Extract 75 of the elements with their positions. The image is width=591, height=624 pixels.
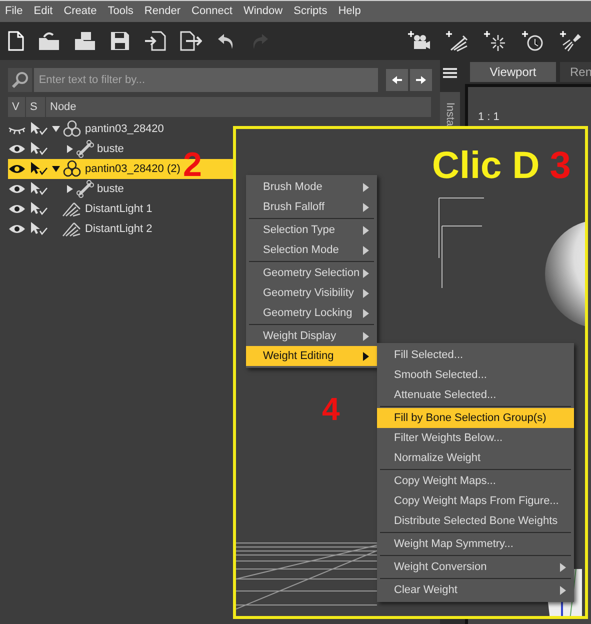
zoom-label: 1 : 1 xyxy=(478,110,500,125)
menu-item[interactable]: Window xyxy=(243,3,283,20)
step-number: 3 xyxy=(550,147,571,185)
viewport-tab[interactable]: Ren xyxy=(560,62,591,82)
menu-item[interactable]: Filter Weights Below... xyxy=(377,428,574,448)
select-cursor-icon[interactable] xyxy=(30,182,50,196)
node-label: DistantLight 2 xyxy=(85,222,152,237)
menu-item[interactable]: Clear Weight xyxy=(377,580,574,600)
menu-item[interactable]: Fill Selected... xyxy=(377,345,574,365)
menu-item[interactable]: Tools xyxy=(108,3,134,20)
node-label: pantin03_28420 (2) xyxy=(85,162,180,177)
menu-item[interactable]: Normalize Weight xyxy=(377,448,574,468)
figure-icon xyxy=(62,160,82,178)
menu-item[interactable]: File xyxy=(5,3,23,20)
column-header[interactable]: S xyxy=(26,97,46,117)
menu-item[interactable]: Edit xyxy=(34,3,53,20)
menu-item[interactable]: Help xyxy=(338,3,361,20)
menu-item[interactable]: Brush Falloff xyxy=(246,197,377,217)
menu-item[interactable]: Render xyxy=(144,3,180,20)
eye-icon[interactable] xyxy=(8,143,26,155)
menu-item[interactable]: Copy Weight Maps From Figure... xyxy=(377,491,574,511)
spotlight-icon[interactable] xyxy=(559,30,583,52)
menu-item[interactable]: Attenuate Selected... xyxy=(377,385,574,405)
menu-item[interactable]: Connect xyxy=(192,3,232,20)
viewport-tab[interactable]: Viewport xyxy=(470,62,556,82)
previous-button[interactable] xyxy=(386,69,408,91)
menu-item[interactable]: Selection Mode xyxy=(246,240,377,260)
menu-item[interactable]: Selection Type xyxy=(246,220,377,240)
node-label: buste xyxy=(97,182,124,197)
menu-item[interactable]: Weight Conversion xyxy=(377,557,574,577)
bone-icon xyxy=(76,180,94,198)
folder-icon[interactable] xyxy=(74,31,96,51)
right-arrow-icon xyxy=(416,76,426,84)
menu-item[interactable]: Geometry Selection xyxy=(246,263,377,283)
menu-item[interactable]: Copy Weight Maps... xyxy=(377,471,574,491)
select-cursor-icon[interactable] xyxy=(30,142,50,156)
callout-title: Clic D xyxy=(432,147,540,185)
select-cursor-icon[interactable] xyxy=(30,122,50,136)
left-arrow-icon xyxy=(392,76,402,84)
select-cursor-icon[interactable] xyxy=(30,202,50,216)
select-cursor-icon[interactable] xyxy=(30,222,50,236)
column-header[interactable]: Node xyxy=(46,97,432,117)
bone-icon xyxy=(76,140,94,158)
eye-icon[interactable] xyxy=(8,163,26,175)
menu-item[interactable]: Geometry Visibility xyxy=(246,283,377,303)
select-cursor-icon[interactable] xyxy=(30,162,50,176)
camera-icon[interactable] xyxy=(407,30,431,52)
menu-item[interactable]: Smooth Selected... xyxy=(377,365,574,385)
eye-icon[interactable] xyxy=(8,203,26,215)
menu-item[interactable]: Create xyxy=(64,3,97,20)
menu-icon[interactable] xyxy=(443,68,457,78)
menu-item[interactable]: Distribute Selected Bone Weights xyxy=(377,511,574,531)
node-label: DistantLight 1 xyxy=(85,202,152,217)
collapse-arrow-icon[interactable] xyxy=(52,165,62,173)
column-header[interactable]: V xyxy=(8,97,26,117)
menu-item[interactable]: Fill by Bone Selection Group(s) xyxy=(377,408,574,428)
folder-icon[interactable] xyxy=(38,31,60,51)
menu-item[interactable]: Scripts xyxy=(294,3,328,20)
next-button[interactable] xyxy=(410,69,432,91)
menu-item[interactable]: Geometry Locking xyxy=(246,303,377,323)
import-icon[interactable] xyxy=(144,31,166,51)
menu-item[interactable]: Weight Map Symmetry... xyxy=(377,534,574,554)
figure-icon xyxy=(62,120,82,138)
export-icon[interactable] xyxy=(180,31,202,51)
menu-item[interactable]: Weight Editing xyxy=(246,346,377,366)
filter-field[interactable]: Enter text to filter by... xyxy=(34,68,378,92)
eye-icon[interactable] xyxy=(8,223,26,235)
menu-item[interactable]: Weight Display xyxy=(246,326,377,346)
save-icon[interactable] xyxy=(110,31,130,51)
search-icon[interactable] xyxy=(8,68,32,92)
collapse-arrow-icon[interactable] xyxy=(52,125,62,133)
new-file-icon[interactable] xyxy=(8,31,24,51)
step-number: 4 xyxy=(322,393,340,425)
eye-icon[interactable] xyxy=(8,183,26,195)
node-label: pantin03_28420 xyxy=(85,122,164,137)
